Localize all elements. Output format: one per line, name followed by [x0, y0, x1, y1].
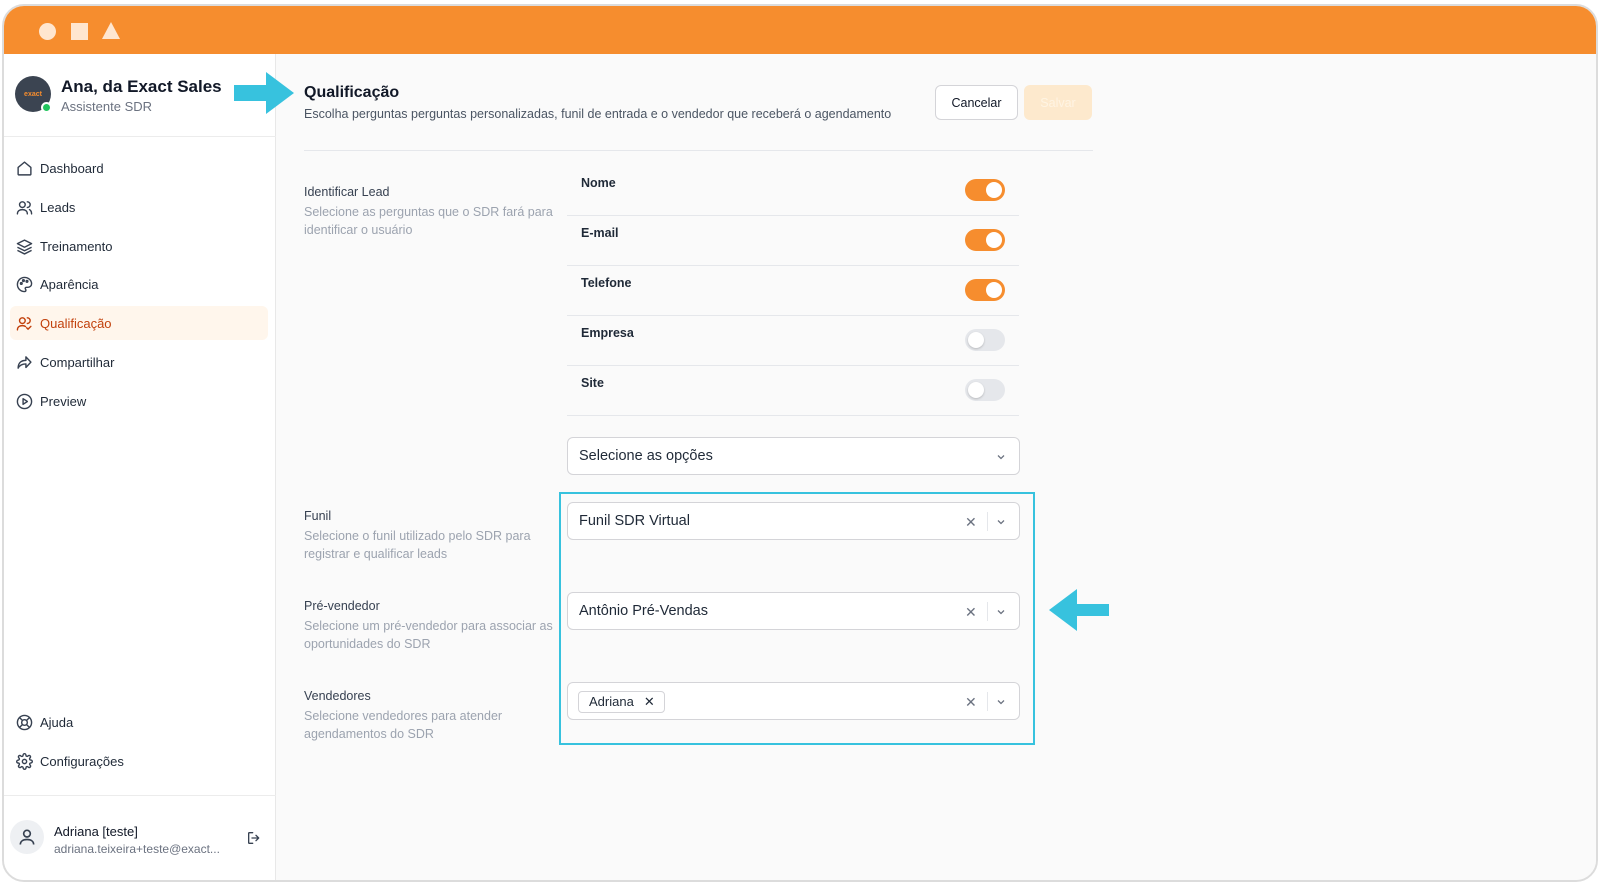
user-name: Adriana [teste]	[54, 824, 138, 839]
share-icon	[17, 355, 32, 369]
clear-icon[interactable]: ✕	[965, 604, 977, 621]
chevron-down-icon[interactable]	[995, 516, 1007, 528]
user-account: Adriana [teste] adriana.teixeira+teste@e…	[4, 795, 276, 880]
toggle-knob	[986, 232, 1002, 248]
seller-tag: Adriana ✕	[578, 691, 665, 713]
users-icon	[16, 200, 33, 215]
question-row-nome: Nome	[567, 166, 1019, 216]
square-icon	[71, 23, 88, 40]
clear-icon[interactable]: ✕	[965, 514, 977, 531]
cancel-button[interactable]: Cancelar	[935, 85, 1018, 120]
sidebar-item-leads[interactable]: Leads	[10, 190, 268, 224]
arrow-left-icon	[1049, 589, 1109, 631]
sellers-label: Vendedores	[304, 689, 371, 703]
sidebar-item-dashboard[interactable]: Dashboard	[10, 151, 268, 185]
sidebar-item-label: Preview	[40, 393, 87, 409]
presales-value: Antônio Pré-Vendas	[579, 603, 708, 619]
question-toggle-site[interactable]	[965, 379, 1005, 401]
divider	[304, 150, 1093, 151]
funnel-value: Funil SDR Virtual	[579, 513, 690, 529]
sidebar-item-configuracoes[interactable]: Configurações	[10, 744, 268, 778]
sidebar: exact Ana, da Exact Sales Assistente SDR…	[4, 54, 276, 880]
seller-tag-label: Adriana	[589, 694, 634, 709]
page-title: Qualificação	[304, 84, 400, 101]
sidebar-item-label: Leads	[40, 199, 76, 215]
funnel-description: Selecione o funil utilizado pelo SDR par…	[304, 529, 531, 561]
sidebar-item-ajuda[interactable]: Ajuda	[10, 705, 268, 739]
arrow-right-icon	[234, 72, 294, 114]
question-label: Nome	[581, 176, 616, 190]
page-subtitle: Escolha perguntas perguntas personalizad…	[304, 107, 892, 121]
sellers-select[interactable]: Adriana ✕ ✕	[567, 682, 1020, 720]
question-row-telefone: Telefone	[567, 266, 1019, 316]
toggle-knob	[986, 282, 1002, 298]
app-window: exact Ana, da Exact Sales Assistente SDR…	[2, 4, 1598, 882]
sidebar-item-label: Configurações	[40, 753, 124, 769]
question-row-email: E-mail	[567, 216, 1019, 266]
question-toggle-email[interactable]	[965, 229, 1005, 251]
toggle-knob	[986, 182, 1002, 198]
triangle-icon	[102, 22, 120, 39]
question-toggle-nome[interactable]	[965, 179, 1005, 201]
play-circle-icon	[16, 393, 33, 409]
question-toggle-empresa[interactable]	[965, 329, 1005, 351]
palette-icon	[16, 276, 33, 292]
presales-select[interactable]: Antônio Pré-Vendas ✕	[567, 592, 1020, 630]
avatar[interactable]	[10, 820, 44, 854]
sidebar-item-label: Aparência	[40, 276, 99, 292]
sidebar-item-qualificacao[interactable]: Qualificação	[10, 306, 268, 340]
remove-tag-icon[interactable]: ✕	[644, 692, 655, 712]
sidebar-item-label: Ajuda	[40, 714, 74, 730]
question-label: Telefone	[581, 276, 632, 290]
question-label: E-mail	[581, 226, 619, 240]
toggle-knob	[968, 382, 984, 398]
sellers-description: Selecione vendedores para atender agenda…	[304, 709, 503, 741]
assistant-name: Ana, da Exact Sales	[61, 77, 222, 96]
toggle-knob	[968, 332, 984, 348]
circle-icon	[39, 23, 56, 40]
identify-lead-description: Selecione as perguntas que o SDR fará pa…	[304, 205, 553, 237]
question-row-site: Site	[567, 366, 1019, 416]
main-content: Qualificação Escolha perguntas perguntas…	[277, 54, 1596, 880]
chevron-down-icon[interactable]	[995, 696, 1007, 708]
funnel-label: Funil	[304, 509, 332, 523]
title-bar	[4, 6, 1596, 54]
options-select[interactable]: Selecione as opções	[567, 437, 1020, 475]
sidebar-item-label: Compartilhar	[40, 354, 115, 370]
sidebar-item-aparencia[interactable]: Aparência	[10, 267, 268, 301]
question-label: Site	[581, 376, 604, 390]
sidebar-item-preview[interactable]: Preview	[10, 384, 268, 418]
select-separator	[987, 602, 988, 621]
question-label: Empresa	[581, 326, 634, 340]
presales-description: Selecione um pré-vendedor para associar …	[304, 619, 553, 651]
layers-icon	[16, 238, 33, 255]
home-icon	[17, 160, 32, 176]
options-placeholder: Selecione as opções	[579, 448, 713, 464]
funnel-select[interactable]: Funil SDR Virtual ✕	[567, 502, 1020, 540]
chevron-down-icon	[997, 455, 1005, 460]
identify-lead-label: Identificar Lead	[304, 185, 390, 199]
user-check-icon	[16, 316, 32, 331]
online-status-dot	[41, 102, 52, 113]
clear-icon[interactable]: ✕	[965, 694, 977, 711]
save-button[interactable]: Salvar	[1024, 85, 1092, 120]
logout-icon[interactable]	[246, 830, 262, 846]
lifebuoy-icon	[16, 714, 33, 730]
logo-text: exact	[24, 90, 42, 98]
sidebar-item-treinamento[interactable]: Treinamento	[10, 229, 268, 263]
sidebar-item-compartilhar[interactable]: Compartilhar	[10, 345, 268, 379]
assistant-role: Assistente SDR	[61, 99, 153, 114]
gear-icon	[16, 752, 33, 770]
sidebar-item-label: Treinamento	[40, 238, 113, 254]
question-toggle-telefone[interactable]	[965, 279, 1005, 301]
question-row-empresa: Empresa	[567, 316, 1019, 366]
presales-label: Pré-vendedor	[304, 599, 380, 613]
select-separator	[987, 512, 988, 531]
chevron-down-icon[interactable]	[995, 606, 1007, 618]
sidebar-item-label: Qualificação	[40, 315, 112, 331]
user-icon	[19, 829, 35, 845]
select-separator	[987, 692, 988, 711]
user-email: adriana.teixeira+teste@exact...	[54, 842, 220, 856]
sidebar-item-label: Dashboard	[40, 160, 104, 176]
